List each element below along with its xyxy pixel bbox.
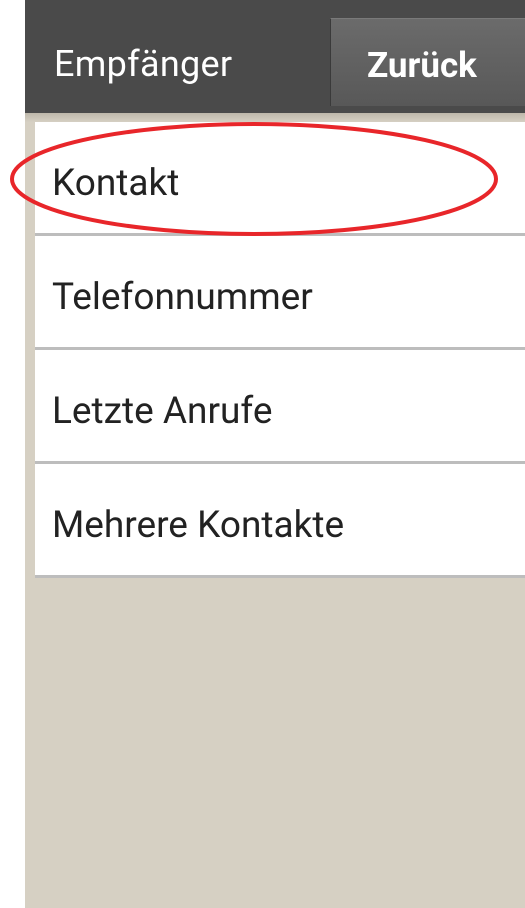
option-multiple-contacts[interactable]: Mehrere Kontakte xyxy=(35,464,525,578)
option-phone-number[interactable]: Telefonnummer xyxy=(35,236,525,350)
option-contact[interactable]: Kontakt xyxy=(35,122,525,236)
option-label: Telefonnummer xyxy=(52,276,313,319)
back-button-label: Zurück xyxy=(367,45,477,86)
action-bar: Empfänger Zurück xyxy=(25,0,525,113)
back-button[interactable]: Zurück xyxy=(330,18,525,106)
option-label: Kontakt xyxy=(52,162,180,205)
screen: Empfänger Zurück Kontakt Telefonnummer L… xyxy=(0,0,525,908)
recipient-option-list: Kontakt Telefonnummer Letzte Anrufe Mehr… xyxy=(35,122,525,578)
option-label: Letzte Anrufe xyxy=(52,390,273,433)
option-recent-calls[interactable]: Letzte Anrufe xyxy=(35,350,525,464)
page-title: Empfänger xyxy=(54,43,233,85)
app-window: Empfänger Zurück Kontakt Telefonnummer L… xyxy=(25,0,525,908)
action-bar-shadow xyxy=(25,113,525,122)
option-label: Mehrere Kontakte xyxy=(52,504,345,547)
